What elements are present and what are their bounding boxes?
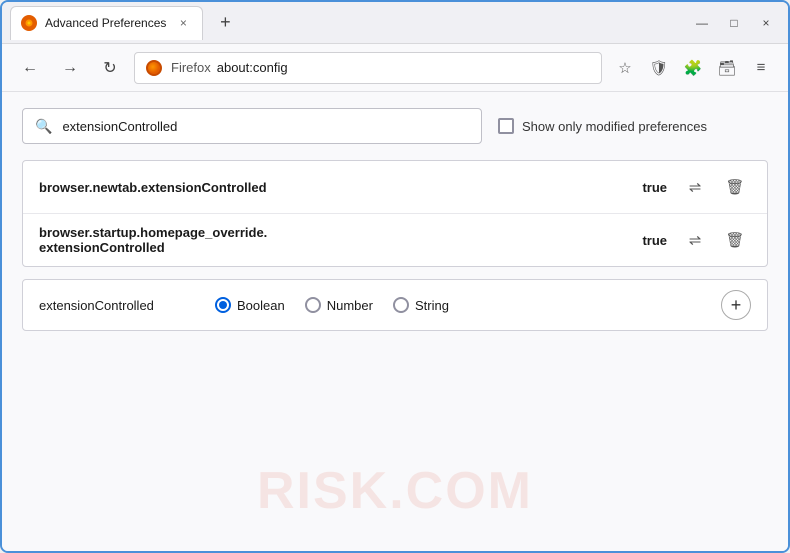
title-bar: Advanced Preferences × + — □ ×	[2, 2, 788, 44]
swap-button-2[interactable]: ⇌	[679, 224, 711, 256]
nav-bar: ← → ↻ Firefox about:config ☆ 🛡 🧩 🗃 ≡	[2, 44, 788, 92]
type-boolean-radio[interactable]	[215, 297, 231, 313]
window-controls: — □ ×	[688, 9, 780, 37]
pref-value-1: true	[642, 180, 667, 195]
search-icon: 🔍	[35, 118, 52, 135]
table-row: browser.startup.homepage_override. exten…	[23, 214, 767, 266]
address-text: Firefox about:config	[171, 60, 288, 75]
forward-button[interactable]: →	[54, 52, 86, 84]
address-url: about:config	[217, 60, 288, 75]
close-button[interactable]: ×	[752, 9, 780, 37]
new-tab-button[interactable]: +	[211, 9, 239, 37]
back-button[interactable]: ←	[14, 52, 46, 84]
type-options: Boolean Number String	[215, 297, 705, 313]
shield-icon[interactable]: 🛡	[644, 53, 674, 83]
delete-button-1[interactable]: 🗑	[719, 171, 751, 203]
pref-name-1: browser.newtab.extensionControlled	[39, 180, 630, 195]
search-bar: 🔍 Show only modified preferences	[22, 108, 768, 144]
new-pref-name-label: extensionControlled	[39, 298, 199, 313]
nav-icons: ☆ 🛡 🧩 🗃 ≡	[610, 53, 776, 83]
search-input[interactable]	[62, 119, 469, 134]
pref-name-2-wrapper: browser.startup.homepage_override. exten…	[39, 225, 630, 255]
type-string-option[interactable]: String	[393, 297, 449, 313]
swap-button-1[interactable]: ⇌	[679, 171, 711, 203]
pref-actions-1: ⇌ 🗑	[679, 171, 751, 203]
menu-icon[interactable]: ≡	[746, 53, 776, 83]
type-string-radio[interactable]	[393, 297, 409, 313]
tab-close-button[interactable]: ×	[174, 14, 192, 32]
delete-button-2[interactable]: 🗑	[719, 224, 751, 256]
type-string-label: String	[415, 298, 449, 313]
show-modified-label[interactable]: Show only modified preferences	[522, 119, 707, 134]
pref-name-2-line1: browser.startup.homepage_override.	[39, 225, 630, 240]
show-modified-option: Show only modified preferences	[498, 118, 707, 134]
pocket-icon[interactable]: 🗃	[712, 53, 742, 83]
type-boolean-radio-inner	[219, 301, 227, 309]
type-number-label: Number	[327, 298, 373, 313]
add-preference-button[interactable]: +	[721, 290, 751, 320]
content-area: RISK.COM 🔍 Show only modified preference…	[2, 92, 788, 551]
pref-value-2: true	[642, 233, 667, 248]
browser-window: Advanced Preferences × + — □ × ← → ↻ Fir…	[0, 0, 790, 553]
tab-favicon	[21, 15, 37, 31]
browser-name-label: Firefox	[171, 60, 211, 75]
type-number-option[interactable]: Number	[305, 297, 373, 313]
new-preference-row: extensionControlled Boolean Number Strin…	[22, 279, 768, 331]
maximize-button[interactable]: □	[720, 9, 748, 37]
type-boolean-option[interactable]: Boolean	[215, 297, 285, 313]
firefox-logo	[145, 59, 163, 77]
watermark: RISK.COM	[257, 461, 533, 521]
pref-name-2-line2: extensionControlled	[39, 240, 630, 255]
address-bar[interactable]: Firefox about:config	[134, 52, 602, 84]
bookmark-icon[interactable]: ☆	[610, 53, 640, 83]
table-row: browser.newtab.extensionControlled true …	[23, 161, 767, 214]
preferences-table: browser.newtab.extensionControlled true …	[22, 160, 768, 267]
minimize-button[interactable]: —	[688, 9, 716, 37]
tab-title: Advanced Preferences	[45, 16, 166, 30]
search-input-wrapper[interactable]: 🔍	[22, 108, 482, 144]
browser-tab[interactable]: Advanced Preferences ×	[10, 6, 203, 40]
extensions-icon[interactable]: 🧩	[678, 53, 708, 83]
type-boolean-label: Boolean	[237, 298, 285, 313]
reload-button[interactable]: ↻	[94, 52, 126, 84]
show-modified-checkbox[interactable]	[498, 118, 514, 134]
pref-actions-2: ⇌ 🗑	[679, 224, 751, 256]
type-number-radio[interactable]	[305, 297, 321, 313]
